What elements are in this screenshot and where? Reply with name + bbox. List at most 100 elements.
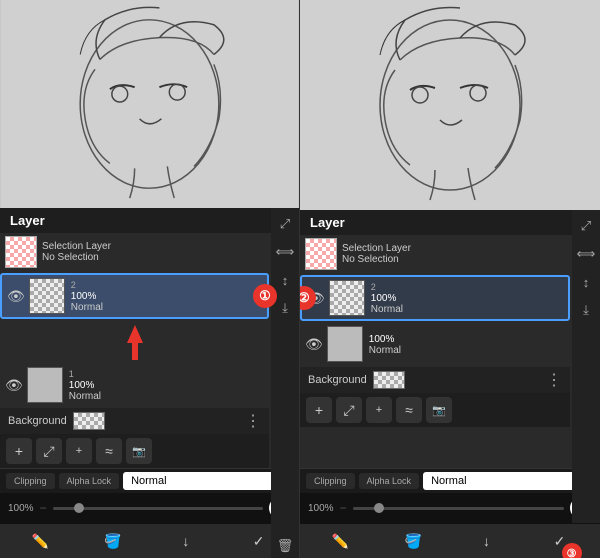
layer-num-l1-left: 1 [69, 369, 264, 379]
check-btn-wrapper: ✓ ③ [546, 527, 574, 555]
zoom-bar-right: 100% − ● [300, 493, 600, 523]
selection-layer-title-left: Selection Layer [42, 241, 111, 252]
add-btn-right[interactable]: + [306, 397, 332, 423]
bottom-toolbar-left: + ⤢ + ≈ 📷 [0, 434, 269, 468]
alphalock-tab-left[interactable]: Alpha Lock [59, 473, 120, 489]
eye-icon-l2-left[interactable]: 👁 [7, 288, 25, 305]
alphalock-tab-right[interactable]: Alpha Lock [359, 473, 420, 489]
clipping-tab-right[interactable]: Clipping [306, 473, 355, 489]
side-icon-1-left[interactable]: ⤢ [273, 233, 297, 236]
canvas-right [300, 0, 600, 210]
side-icon-3-left[interactable]: ↕ [273, 268, 297, 292]
minus-icon-left[interactable]: − [40, 501, 47, 515]
layer-header-right: Layer [300, 210, 600, 235]
side-icon-4-right[interactable]: ⤓ [574, 298, 598, 322]
down-icon-left[interactable]: ↓ [172, 527, 200, 555]
blend-dropdown-left[interactable]: Normal ▲ [123, 472, 293, 490]
panel-right: Layer Selection Layer No Selection 👁 [300, 0, 600, 558]
selection-layer-info-left: Selection Layer No Selection [42, 241, 111, 263]
layer-title-right: Layer [310, 215, 345, 230]
zoom-thumb-right [374, 503, 384, 513]
arrow-container [0, 321, 269, 364]
side-icon-2-right[interactable]: ⟺ [574, 242, 598, 266]
side-icon-3-right[interactable]: ↕ [574, 270, 598, 294]
clipping-tab-left[interactable]: Clipping [6, 473, 55, 489]
zoom-track-right[interactable] [353, 507, 564, 510]
footer-bar-right: Clipping Alpha Lock Normal ▲ [300, 468, 600, 493]
step1-badge: ① [253, 284, 277, 308]
layer-blend-l2-right: Normal [371, 304, 563, 315]
layer-thumb-l2-right [329, 280, 365, 316]
pen-icon-left[interactable]: ✏️ [26, 527, 54, 555]
camera-btn-left[interactable]: 📷 [126, 438, 152, 464]
minus-icon-right[interactable]: − [340, 501, 347, 515]
selection-layer-info-right: Selection Layer No Selection [342, 243, 411, 265]
more-btn-right[interactable]: ⋮ [546, 370, 562, 390]
layer-thumb-l1-left [27, 367, 63, 403]
side-icon-4-left[interactable]: ⤓ [273, 296, 297, 320]
step3-badge: ③ [562, 543, 582, 558]
transform-btn-right[interactable]: ⤢ [336, 397, 362, 423]
transform-btn-left[interactable]: ⤢ [36, 438, 62, 464]
layer-opacity-l1-left: 100% [69, 380, 264, 391]
add-btn-left[interactable]: + [6, 438, 32, 464]
add2-btn-left[interactable]: + [66, 438, 92, 464]
footer-bar-left: Clipping Alpha Lock Normal ▲ [0, 468, 299, 493]
more-btn-left[interactable]: ⋮ [245, 411, 261, 431]
blend-label-left: Normal [131, 475, 166, 487]
selection-layer-title-right: Selection Layer [342, 243, 411, 254]
fill-icon-right[interactable]: 🪣 [400, 527, 428, 555]
layer-opacity-l1-right: 100% [369, 334, 565, 345]
fill-icon-left[interactable]: 🪣 [99, 527, 127, 555]
check-icon-left[interactable]: ✓ [245, 527, 273, 555]
side-icons-left: ⤢ ⟺ ↕ ⤓ 🗑 [271, 233, 299, 468]
blend-dropdown-right[interactable]: Normal ▲ [423, 472, 594, 490]
layer-header-left: Layer [0, 208, 299, 233]
eye-icon-l1-left[interactable]: 👁 [5, 377, 23, 394]
side-icon-1-right[interactable]: ⤢ [574, 235, 598, 238]
layer-1-left[interactable]: 👁 1 100% Normal [0, 364, 269, 406]
selection-preview-right [305, 238, 337, 270]
tool-bar-right: ✏️ 🪣 ↓ ✓ ③ [300, 523, 600, 558]
background-row-left: Background ⋮ [0, 408, 269, 434]
zoom-pct-right: 100% [308, 503, 334, 514]
bg-checker-left [73, 412, 105, 430]
selection-layer-row-right: Selection Layer No Selection [300, 235, 570, 273]
layer-2-right[interactable]: 👁 2 100% Normal ② [300, 275, 570, 321]
blend-btn-right[interactable]: ≈ [396, 397, 422, 423]
zoom-thumb-left [74, 503, 84, 513]
blend-label-right: Normal [431, 475, 466, 487]
eye-icon-l1-right[interactable]: 👁 [305, 336, 323, 353]
layer-main-right: Selection Layer No Selection 👁 2 100% No… [300, 235, 600, 468]
layer-thumb-l1-right [327, 326, 363, 362]
panel-left: Layer Selection Layer No Selection 👁 [0, 0, 300, 558]
layer-blend-l1-left: Normal [69, 391, 264, 402]
pen-icon-right[interactable]: ✏️ [327, 527, 355, 555]
layer-info-l1-left: 1 100% Normal [69, 369, 264, 402]
bg-checker-right [373, 371, 405, 389]
side-icon-2-left[interactable]: ⟺ [273, 240, 297, 264]
layer-info-l2-left: 2 100% Normal [71, 280, 262, 313]
layer-opacity-l2-right: 100% [371, 293, 563, 304]
bg-label-left: Background [8, 415, 67, 427]
layer-panel-right: Layer Selection Layer No Selection 👁 [300, 210, 600, 558]
layer-num-l2-right: 2 [371, 282, 563, 292]
add2-btn-right[interactable]: + [366, 397, 392, 423]
layer-title-left: Layer [10, 213, 45, 228]
layer-num-l2-left: 2 [71, 280, 262, 290]
selection-preview-left [5, 236, 37, 268]
layer-opacity-l2-left: 100% [71, 291, 262, 302]
camera-btn-right[interactable]: 📷 [426, 397, 452, 423]
zoom-bar-left: 100% − ● [0, 493, 299, 523]
zoom-pct-left: 100% [8, 503, 34, 514]
zoom-track-left[interactable] [53, 507, 263, 510]
layer-blend-l1-right: Normal [369, 345, 565, 356]
selection-layer-subtitle-right: No Selection [342, 254, 411, 265]
canvas-left [0, 0, 299, 208]
red-arrow-svg [120, 325, 150, 360]
blend-btn-left[interactable]: ≈ [96, 438, 122, 464]
background-row-right: Background ⋮ [300, 367, 570, 393]
layer-2-left[interactable]: 👁 2 100% Normal ① [0, 273, 269, 319]
down-icon-right[interactable]: ↓ [473, 527, 501, 555]
layer-1-right[interactable]: 👁 100% Normal [300, 323, 570, 365]
